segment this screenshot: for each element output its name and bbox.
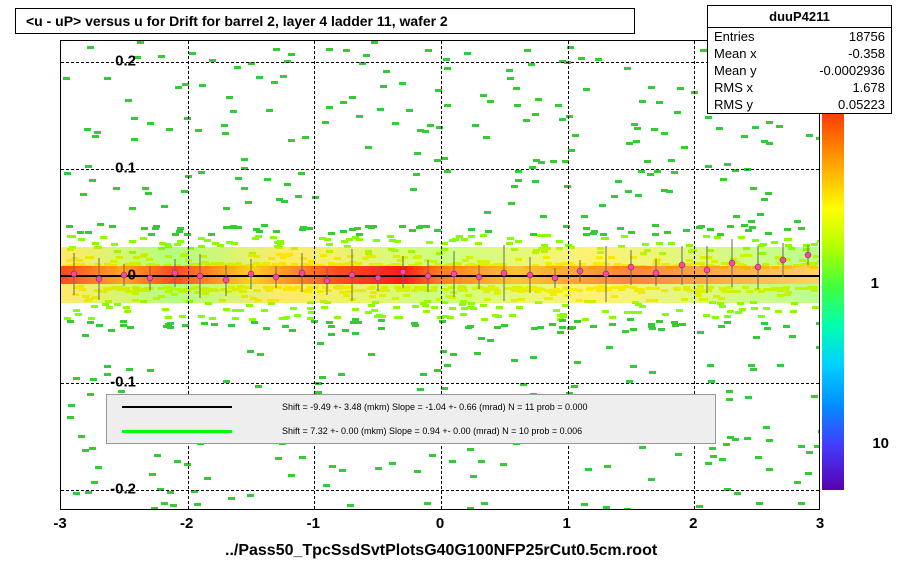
colorbar [822,100,844,490]
z-tick-1: 1 [871,275,879,292]
legend-swatch-green [122,430,232,433]
stats-entries: Entries 18756 [708,28,891,45]
stats-rmsx: RMS x 1.678 [708,79,891,96]
stats-rmsy: RMS y 0.05223 [708,96,891,113]
fit-legend: Shift = -9.49 +- 3.48 (mkm) Slope = -1.0… [106,394,716,444]
plot-area: Shift = -9.49 +- 3.48 (mkm) Slope = -1.0… [60,40,820,510]
z-tick-10: 10 [872,435,889,452]
stats-meanx: Mean x -0.358 [708,45,891,62]
colorbar-gradient [822,100,844,490]
footer-filename: ../Pass50_TpcSsdSvtPlotsG40G100NFP25rCut… [225,542,657,560]
chart-title-box: <u - uP> versus u for Drift for barrel 2… [15,8,635,34]
stats-meany: Mean y -0.0002936 [708,62,891,79]
legend-row-green: Shift = 7.32 +- 0.00 (mkm) Slope = 0.94 … [107,419,715,443]
warm-band-lower [61,284,819,303]
stats-box: duuP4211 Entries 18756 Mean x -0.358 Mea… [707,5,892,114]
stats-name: duuP4211 [708,6,891,28]
plot-inner: Shift = -9.49 +- 3.48 (mkm) Slope = -1.0… [61,41,819,509]
legend-swatch-black [122,406,232,408]
chart-title: <u - uP> versus u for Drift for barrel 2… [26,13,448,29]
legend-row-black: Shift = -9.49 +- 3.48 (mkm) Slope = -1.0… [107,395,715,419]
